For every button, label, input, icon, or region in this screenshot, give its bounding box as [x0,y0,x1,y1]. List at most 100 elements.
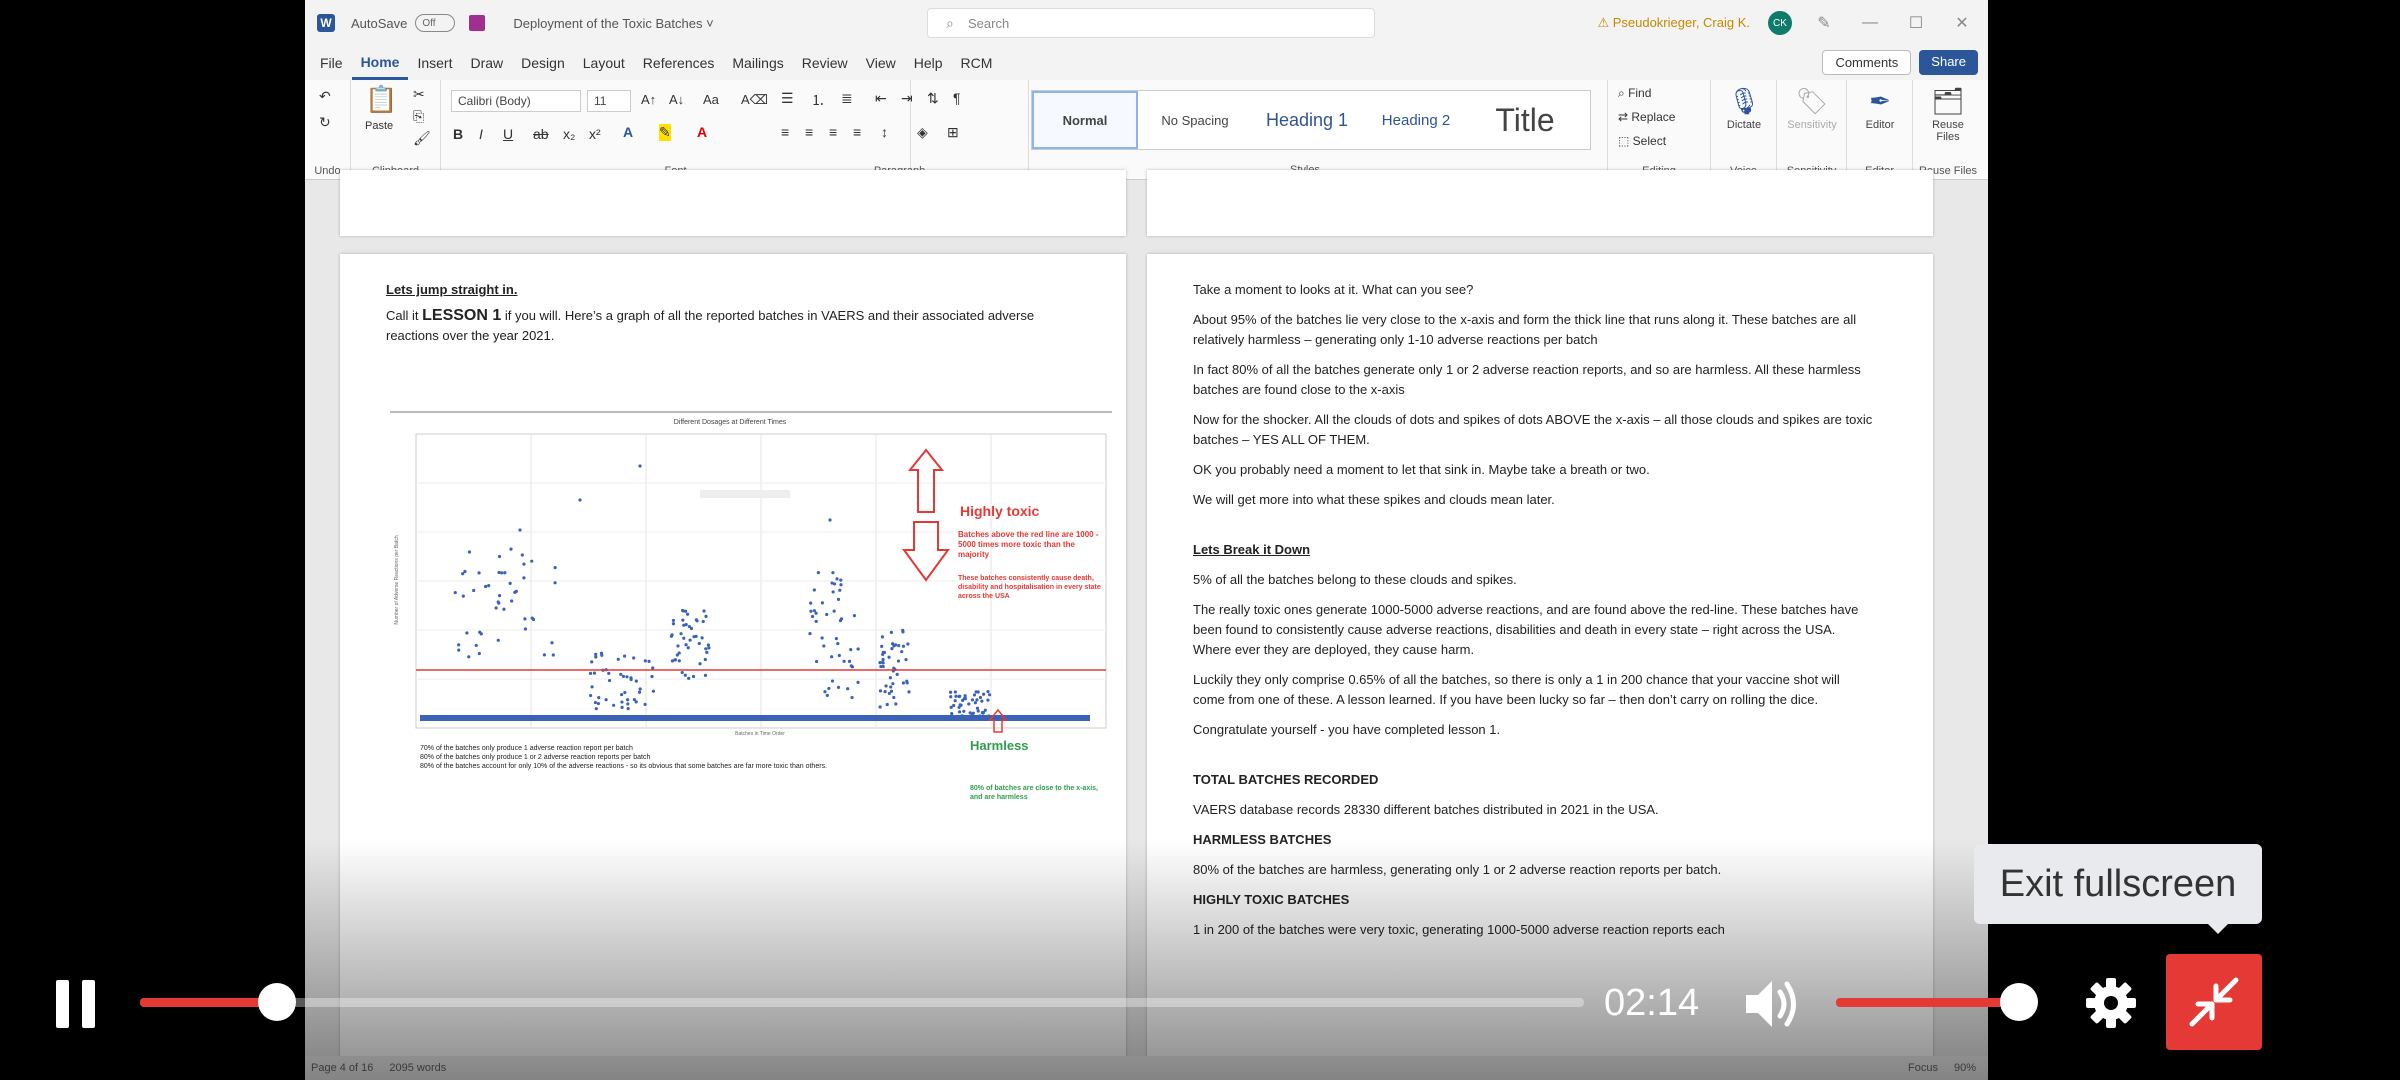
scatter-point [825,693,829,697]
progress-scrubber[interactable] [258,983,297,1021]
comments-button[interactable]: Comments [1822,50,1912,75]
copy-icon[interactable]: ⎘ [413,108,424,125]
page-count[interactable]: Page 4 of 16 [311,1062,373,1074]
superscript-icon[interactable]: x² [589,126,601,142]
pen-icon[interactable]: ✎ [1810,13,1838,33]
minimize-button[interactable]: — [1856,14,1884,32]
menu-mailings[interactable]: Mailings [723,46,792,80]
word-count[interactable]: 2095 words [389,1062,446,1074]
volume-icon[interactable] [1742,976,1802,1032]
reuse-files-icon: 🗂 [1931,86,1965,116]
pause-button[interactable] [52,978,104,1030]
pilcrow-icon[interactable]: ¶ [953,90,961,106]
search-box[interactable]: ⌕ Search [927,8,1375,38]
sort-icon[interactable]: ⇅ [927,90,939,107]
zoom-level[interactable]: 90% [1954,1062,1976,1074]
focus-mode[interactable]: Focus [1908,1062,1938,1074]
paste-icon[interactable]: 📋 [365,84,397,115]
font-name-select[interactable]: Calibri (Body) [451,90,581,112]
scatter-point [509,547,513,551]
undo-group: ↶ ↻ Undo [305,80,351,180]
clear-format-icon[interactable]: A⌫ [741,92,768,108]
increase-indent-icon[interactable]: ⇥ [901,90,913,107]
menu-home[interactable]: Home [351,46,409,80]
menu-draw[interactable]: Draw [461,46,512,80]
menu-rcm[interactable]: RCM [952,46,1002,80]
bold-icon[interactable]: B [453,126,463,142]
settings-gear-icon[interactable] [2084,976,2138,1030]
style-title[interactable]: Title [1470,91,1580,149]
volume-knob[interactable] [2000,983,2038,1021]
styles-gallery: Normal No Spacing Heading 1 Heading 2 Ti… [1031,90,1591,150]
subscript-icon[interactable]: x₂ [563,126,575,142]
scatter-point [808,631,812,636]
share-button[interactable]: Share [1919,50,1978,75]
style-heading-2[interactable]: Heading 2 [1366,91,1466,149]
save-icon[interactable] [469,15,486,31]
text-effects-icon[interactable]: A [623,124,633,140]
scatter-point [839,617,844,621]
menu-review[interactable]: Review [793,46,857,80]
align-center-icon[interactable]: ≡ [805,124,813,140]
undo-icon[interactable]: ↶ [319,88,331,105]
document-name[interactable]: Deployment of the Toxic Batches ˅ [513,16,713,31]
justify-icon[interactable]: ≡ [853,124,861,140]
paste-label[interactable]: Paste [365,120,393,132]
reuse-files-button[interactable]: 🗂 Reuse Files [1921,86,1975,143]
autosave-toggle[interactable]: Off [415,14,456,32]
menu-references[interactable]: References [634,46,724,80]
exit-fullscreen-button[interactable] [2166,954,2262,1050]
progress-bar[interactable] [140,983,1584,1021]
highlight-icon[interactable]: ✎ [659,124,671,141]
sensitivity-button[interactable]: 🏷 Sensitivity [1785,86,1839,131]
multilevel-icon[interactable]: ≣ [841,90,853,107]
style-normal[interactable]: Normal [1032,91,1138,149]
grow-font-icon[interactable]: A↑ [641,92,656,107]
dictate-button[interactable]: 🎙 Dictate [1717,86,1771,131]
word-window: W AutoSave Off Deployment of the Toxic B… [305,0,1988,1080]
maximize-button[interactable]: ☐ [1902,13,1930,33]
italic-icon[interactable]: I [479,126,483,142]
page-right[interactable]: Take a moment to looks at it. What can y… [1147,254,1933,1074]
line-spacing-icon[interactable]: ↕ [881,124,888,140]
font-color-icon[interactable]: A [697,124,707,140]
strikethrough-icon[interactable]: ab [533,126,549,142]
scatter-point [478,630,482,634]
menu-help[interactable]: Help [905,46,952,80]
decrease-indent-icon[interactable]: ⇤ [875,90,887,107]
change-case-icon[interactable]: Aa [703,92,719,107]
scatter-point [542,653,547,657]
menu-layout[interactable]: Layout [574,46,634,80]
style-no-spacing[interactable]: No Spacing [1142,91,1248,149]
align-right-icon[interactable]: ≡ [829,124,837,140]
shading-icon[interactable]: ◈ [917,124,928,141]
account-warning[interactable]: ⚠ Pseudokrieger, Craig K. [1597,15,1750,31]
scatter-point [607,671,611,675]
scatter-point [832,609,836,613]
cut-icon[interactable]: ✂ [413,86,425,103]
format-painter-icon[interactable]: 🖌 [413,130,431,147]
page-left[interactable]: Lets jump straight in. Call it LESSON 1 … [340,254,1126,1074]
line-6: Now for the shocker. All the clouds of d… [1193,412,1873,427]
shrink-font-icon[interactable]: A↓ [669,92,684,107]
menu-view[interactable]: View [857,46,905,80]
avatar[interactable]: CK [1768,11,1792,35]
bullets-icon[interactable]: ☰ [781,90,794,107]
close-button[interactable]: ✕ [1948,13,1976,33]
document-area[interactable]: Lets jump straight in. Call it LESSON 1 … [305,170,1988,1080]
style-heading-1[interactable]: Heading 1 [1252,91,1362,149]
find-button[interactable]: ⌕ Find [1618,86,1651,101]
font-size-select[interactable]: 11 [587,90,631,112]
menu-file[interactable]: File [311,46,352,80]
numbering-icon[interactable]: ⒈ [811,90,825,110]
borders-icon[interactable]: ⊞ [947,124,959,141]
menu-design[interactable]: Design [512,46,574,80]
menu-insert[interactable]: Insert [408,46,461,80]
underline-icon[interactable]: U [503,126,513,142]
replace-button[interactable]: ⇄ Replace [1618,110,1675,124]
redo-icon[interactable]: ↻ [319,114,331,131]
editor-button[interactable]: ✒ Editor [1853,86,1907,131]
select-button[interactable]: ⬚ Select [1618,134,1666,148]
volume-slider[interactable] [1836,998,2005,1007]
align-left-icon[interactable]: ≡ [781,124,789,140]
